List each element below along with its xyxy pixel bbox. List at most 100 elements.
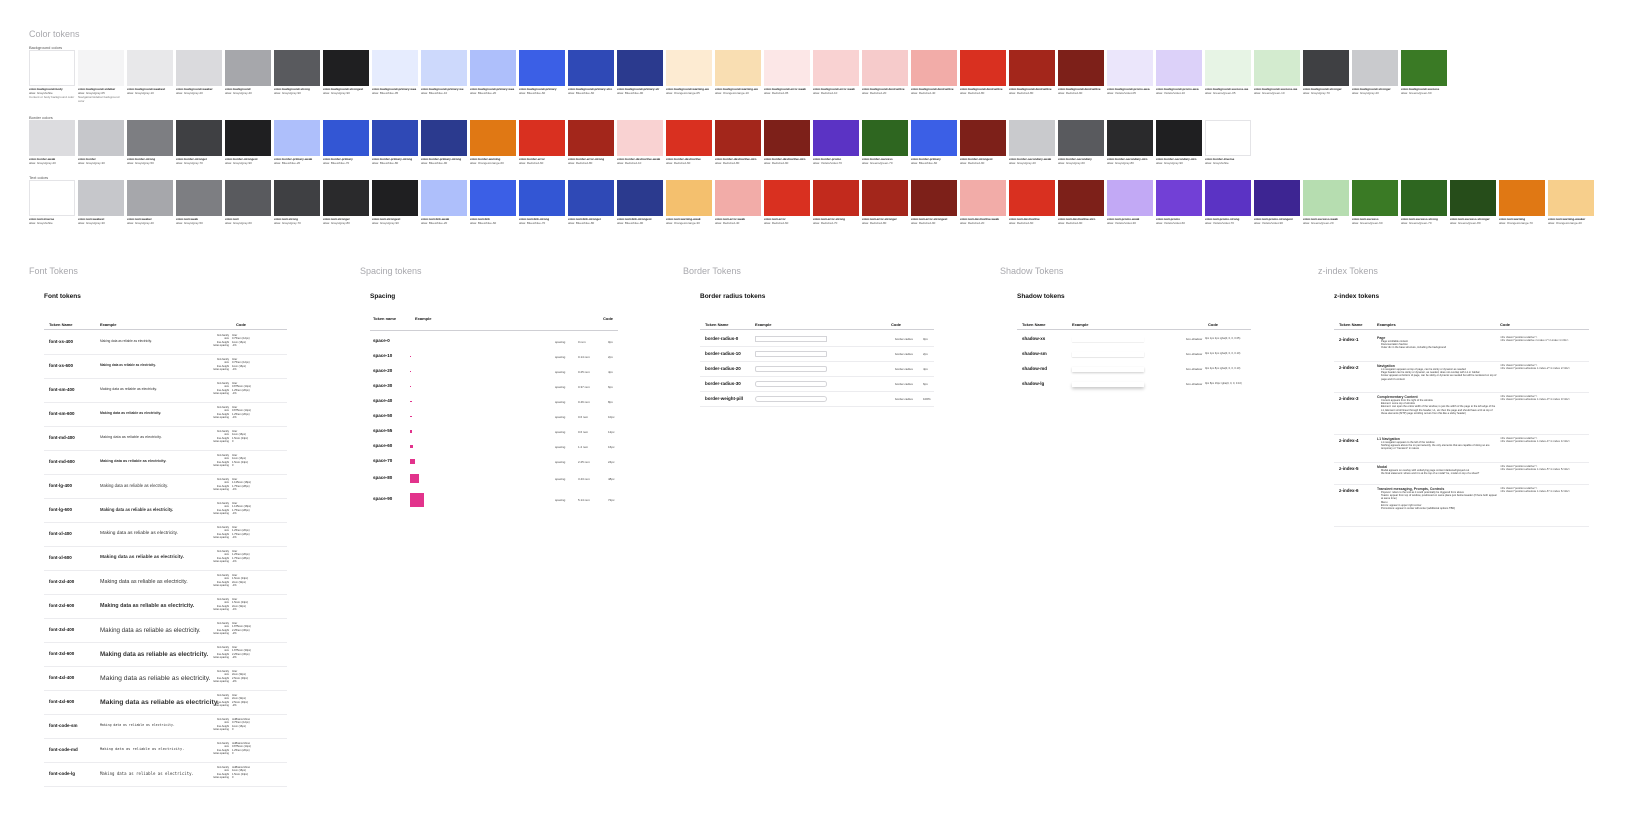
color-swatch: color-border-stronger alias: Grays/gray-7… xyxy=(176,120,223,165)
color-swatch: color-background-error-weak alias: Reds/r… xyxy=(764,50,811,103)
font-code-value: -1% xyxy=(232,607,237,611)
color-swatch: color-background-destructive alias: Reds/… xyxy=(1058,50,1105,103)
font-code-value: -1% xyxy=(232,583,237,587)
color-chip xyxy=(568,180,614,216)
color-chip xyxy=(666,180,712,216)
color-chip xyxy=(274,180,320,216)
color-token-alias: alias: Violets/violet-70 xyxy=(813,161,842,165)
border-card-title: Border radius tokens xyxy=(700,293,766,300)
zindex-example: Modal Modal appears on overlay with under… xyxy=(1377,465,1497,475)
shadow-example xyxy=(1072,382,1144,387)
font-token-name: font-xl-400 xyxy=(49,531,72,536)
color-chip xyxy=(372,50,418,86)
font-code-block: font-family Inter size 2rem (32px) line-heig… xyxy=(205,670,248,683)
border-code-value: 6px xyxy=(923,382,928,386)
shadow-code-value: 0px 1px 2px rgba(0, 0, 0, 0.05) xyxy=(1205,337,1241,340)
color-chip xyxy=(1254,180,1300,216)
spacing-code-px: 6px xyxy=(608,385,613,389)
color-swatch: color-border-warning alias: Oranges/orang… xyxy=(470,120,517,165)
zindex-row-divider xyxy=(1334,361,1589,362)
color-token-alias: alias: Reds/red-10 xyxy=(813,91,838,95)
color-chip xyxy=(1107,180,1153,216)
font-token-name: font-2xl-400 xyxy=(49,579,75,584)
spacing-code-rem: 0.37 rem xyxy=(578,385,590,389)
color-token-alias: alias: Blues/blue-80 xyxy=(372,161,399,165)
font-example-text: Making data as reliable as electricity. xyxy=(100,435,162,439)
shadow-header-code: Code xyxy=(1208,322,1218,327)
zindex-row-divider xyxy=(1334,462,1589,463)
color-chip xyxy=(225,180,271,216)
shadow-code-key: box-shadow xyxy=(1186,337,1203,341)
color-token-alias: alias: Violets/violet-10 xyxy=(1156,91,1185,95)
color-token-alias: alias: Blues/blue-60 xyxy=(519,91,546,95)
color-swatch: color-background-primary-stro alias: Blue… xyxy=(568,50,615,103)
color-chip xyxy=(1156,120,1202,156)
border-code-key: border-radius xyxy=(895,352,913,356)
color-token-alias: alias: Grays/gray-70 xyxy=(274,221,301,225)
spacing-token-name: space-0 xyxy=(373,338,390,343)
font-row-divider xyxy=(44,570,287,571)
color-swatch: color-text-destructive-weak alias: Reds/r… xyxy=(960,180,1007,225)
color-token-alias: alias: Reds/red-20 xyxy=(862,91,887,95)
color-chip xyxy=(911,50,957,86)
spacing-code-px: 8px xyxy=(608,400,613,404)
spacing-code-rem: 0.6 rem xyxy=(578,415,589,419)
color-swatch: color-text-promo-weak alias: Violets/viol… xyxy=(1107,180,1154,225)
color-swatch: color-border alias: Grays/gray-30 xyxy=(78,120,125,165)
shadow-tokens-title: Shadow Tokens xyxy=(1000,266,1064,276)
font-code-block: font-family Inter size 1rem (16px) line-heig… xyxy=(205,454,248,467)
zindex-tokens-title: z-index Tokens xyxy=(1318,266,1378,276)
color-token-alias: alias: Greens/green-60 xyxy=(1352,221,1383,225)
color-token-alias: alias: Grays/gray-20 xyxy=(29,161,56,165)
color-swatch: color-border-strongest alias: Grays/gray-… xyxy=(225,120,272,165)
color-swatch: color-background-stronger alias: Grays/gr… xyxy=(1352,50,1399,103)
zindex-card-title: z-index tokens xyxy=(1334,293,1380,300)
border-header-name: Token Name xyxy=(705,322,729,327)
color-swatch: color-border-destructive-stro alias: Reds… xyxy=(715,120,762,165)
font-token-name: font-4xl-600 xyxy=(49,699,75,704)
border-code-key: border-radius xyxy=(895,367,913,371)
font-code-line: letter-spacing 0 xyxy=(205,728,250,731)
color-token-alias: alias: Reds/red-80 xyxy=(960,91,985,95)
color-swatch: color-border-secondary-stro alias: Grays/… xyxy=(1156,120,1203,165)
color-token-alias: alias: Grays/gray-90 xyxy=(225,161,252,165)
color-token-alias: alias: Reds/red-90 xyxy=(1058,221,1083,225)
color-chip xyxy=(176,120,222,156)
font-row-divider xyxy=(44,498,287,499)
color-swatch: color-background-error-weak alias: Reds/r… xyxy=(813,50,860,103)
font-code-key: letter-spacing xyxy=(213,367,229,371)
color-chip xyxy=(1450,180,1496,216)
font-row-divider xyxy=(44,738,287,739)
font-code-key: letter-spacing xyxy=(213,703,229,707)
color-swatch: color-text-warning-weaker alias: Oranges/… xyxy=(1548,180,1595,225)
spacing-code-key: spacing xyxy=(555,430,566,434)
color-token-alias: alias: Grays/gray-90 xyxy=(323,91,350,95)
shadow-token-name: shadow-xs xyxy=(1022,336,1046,341)
spacing-header-code: Code xyxy=(603,316,613,321)
zindex-example-bullet: the final statement: where and it is at … xyxy=(1381,472,1480,476)
color-swatch: color-text-weak alias: Grays/gray-50 xyxy=(176,180,223,225)
color-swatch: color-border-primary alias: Blues/blue-70 xyxy=(323,120,370,165)
font-code-line: letter-spacing -1% xyxy=(205,536,250,539)
color-chip xyxy=(1499,180,1545,216)
color-token-alias: alias: Greens/green-80 xyxy=(1450,221,1481,225)
color-chip xyxy=(519,120,565,156)
border-code-value: 2px xyxy=(923,352,928,356)
color-chip xyxy=(862,180,908,216)
font-code-key: letter-spacing xyxy=(213,775,229,779)
color-token-alias: alias: Greens/green-10 xyxy=(1254,91,1285,95)
spacing-token-name: space-80 xyxy=(373,475,393,480)
font-code-block: font-family Inter size 1.25rem (20px) line-h… xyxy=(205,550,249,563)
border-code-key: border-radius xyxy=(895,382,913,386)
color-swatch: color-text-link-stronger alias: Blues/blu… xyxy=(568,180,615,225)
shadow-header-name: Token Name xyxy=(1022,322,1046,327)
color-swatch: color-text-error-strong alias: Reds/red-7… xyxy=(813,180,860,225)
color-chip xyxy=(813,120,859,156)
shadow-code-key: box-shadow xyxy=(1186,352,1203,356)
zindex-example: L1 Navigation L1 navigation appears to th… xyxy=(1377,437,1497,451)
font-code-block: font-family Inter size 0.75rem (12px) line-h… xyxy=(205,358,249,371)
color-chip xyxy=(1254,50,1300,86)
zindex-example-bullet: Outer div in the base structure, includi… xyxy=(1381,346,1447,350)
color-swatch: color-border-secondary alias: Grays/gray-… xyxy=(1058,120,1105,165)
color-chip xyxy=(323,180,369,216)
